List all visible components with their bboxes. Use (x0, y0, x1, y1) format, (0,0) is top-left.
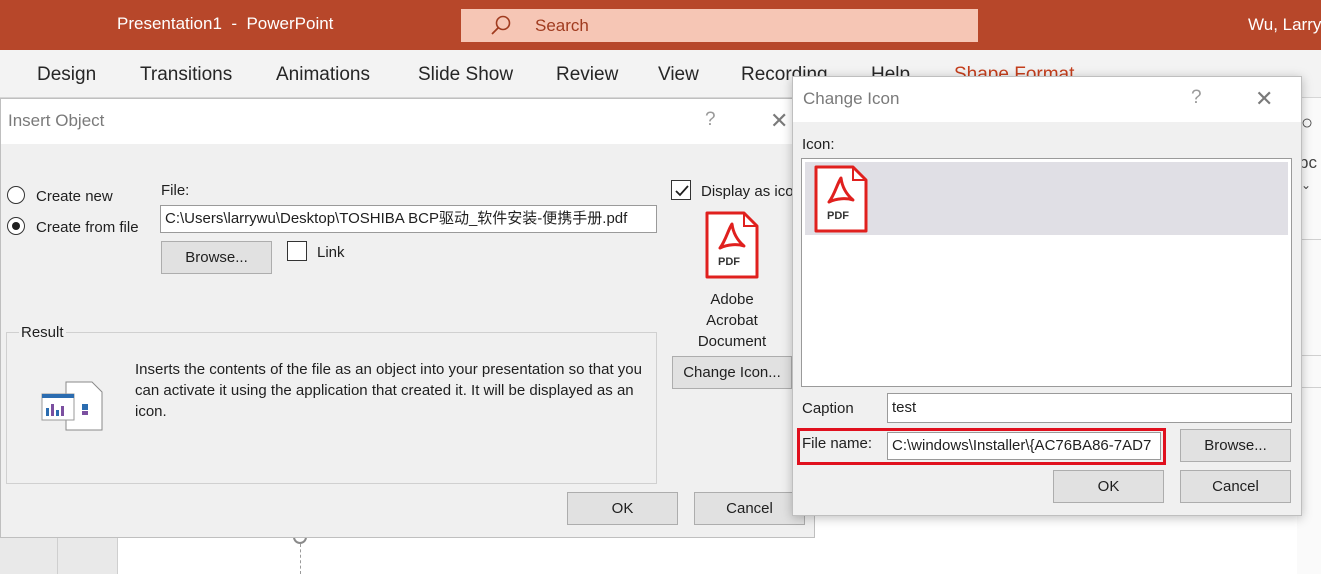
slide-thumbnail-strip (0, 537, 118, 574)
display-as-icon-label[interactable]: Display as icon (701, 183, 793, 200)
create-from-file-label[interactable]: Create from file (36, 219, 139, 236)
cancel-button[interactable]: Cancel (1180, 470, 1291, 503)
search-icon (491, 15, 511, 35)
icon-list-item-selected[interactable]: PDF (805, 162, 1288, 235)
file-name-label: File name: (802, 435, 873, 452)
browse-button[interactable]: Browse... (1180, 429, 1291, 462)
tab-review[interactable]: Review (556, 64, 618, 86)
file-label: File: (161, 182, 190, 199)
search-box[interactable]: Search (461, 9, 978, 42)
help-icon[interactable]: ? (705, 109, 716, 131)
change-icon-titlebar: Change Icon ? ✕ (793, 77, 1301, 122)
browse-button[interactable]: Browse... (161, 241, 272, 274)
close-icon[interactable]: ✕ (1255, 86, 1273, 112)
link-checkbox[interactable] (287, 241, 307, 261)
change-icon-dialog: Change Icon ? ✕ Icon: PDF Caption test F… (792, 76, 1302, 516)
result-group: Result Inserts the contents of the file … (6, 324, 657, 484)
link-label[interactable]: Link (317, 244, 345, 261)
result-description: Inserts the contents of the file as an o… (135, 361, 642, 420)
file-name-field[interactable]: C:\windows\Installer\{AC76BA86-7AD7 (887, 432, 1161, 460)
create-from-file-radio[interactable] (7, 217, 25, 235)
icon-list-label: Icon: (802, 136, 835, 153)
icon-caption: Adobe Acrobat Document (697, 291, 767, 350)
tab-animations[interactable]: Animations (276, 64, 370, 86)
shape-connector-line (300, 544, 301, 574)
insert-object-dialog: Insert Object ? ✕ Create new Create from… (0, 98, 815, 538)
tab-view[interactable]: View (658, 64, 699, 86)
lasso-icon[interactable]: ○ (1301, 112, 1313, 135)
pdf-badge: PDF (718, 256, 740, 268)
chevron-down-icon[interactable]: ⌄ (1301, 178, 1311, 192)
cancel-button[interactable]: Cancel (694, 492, 805, 525)
embedded-object-icon (41, 381, 103, 431)
create-new-radio[interactable] (7, 186, 25, 204)
user-name[interactable]: Wu, Larry (1248, 15, 1321, 35)
title-bar: Presentation1 - PowerPoint Search Wu, La… (0, 0, 1321, 50)
close-icon[interactable]: ✕ (770, 108, 788, 134)
ok-button[interactable]: OK (567, 492, 678, 525)
insert-object-titlebar: Insert Object ? ✕ (1, 99, 814, 144)
insert-object-title: Insert Object (8, 111, 105, 130)
display-as-icon-checkbox[interactable] (671, 180, 691, 200)
search-placeholder: Search (535, 16, 589, 35)
help-icon[interactable]: ? (1191, 87, 1202, 109)
caption-label: Caption (802, 400, 854, 417)
result-heading: Result (19, 324, 66, 341)
caption-field[interactable]: test (887, 393, 1292, 423)
pdf-badge: PDF (827, 210, 849, 222)
window-title: Presentation1 - PowerPoint (117, 14, 334, 33)
ok-button[interactable]: OK (1053, 470, 1164, 503)
tab-slide-show[interactable]: Slide Show (418, 64, 513, 86)
change-icon-title: Change Icon (803, 89, 900, 108)
tab-transitions[interactable]: Transitions (140, 64, 232, 86)
icon-list[interactable]: PDF (801, 158, 1292, 387)
tab-design[interactable]: Design (37, 64, 96, 86)
pdf-file-icon: PDF (704, 210, 760, 280)
create-new-label[interactable]: Create new (36, 188, 113, 205)
file-path-field[interactable]: C:\Users\larrywu\Desktop\TOSHIBA BCP驱动_软… (160, 205, 657, 233)
change-icon-button[interactable]: Change Icon... (672, 356, 792, 389)
pdf-file-icon: PDF (813, 164, 869, 234)
